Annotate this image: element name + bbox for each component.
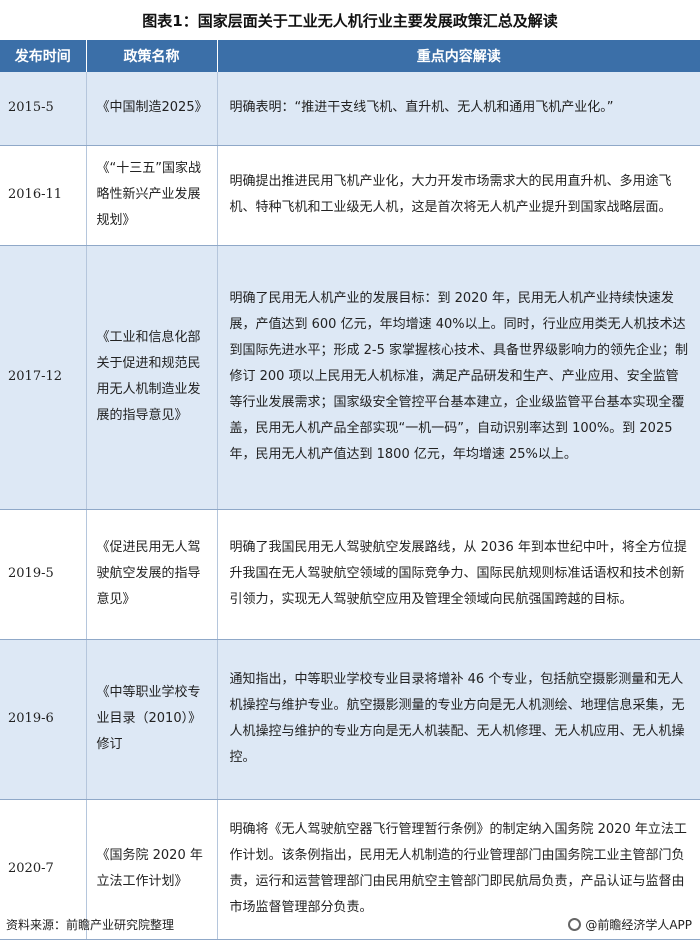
row-date: 2017-12 (0, 245, 87, 510)
row-policy-name: 《工业和信息化部关于促进和规范民用无人机制造业发展的指导意见》 (86, 245, 218, 510)
brand-label: @前瞻经济学人APP (585, 918, 692, 932)
table-row: 2019-5 《促进民用无人驾驶航空发展的指导意见》 明确了我国民用无人驾驶航空… (0, 509, 700, 640)
header-content: 重点内容解读 (217, 40, 700, 72)
row-policy-name: 《中国制造2025》 (86, 72, 218, 146)
row-date: 2019-6 (0, 639, 87, 800)
table-row: 2019-6 《中等职业学校专业目录（2010）》修订 通知指出，中等职业学校专… (0, 639, 700, 800)
brand-credit: @前瞻经济学人APP (568, 916, 692, 933)
row-content: 明确了民用无人机产业的发展目标：到 2020 年，民用无人机产业持续快速发展，产… (217, 245, 700, 510)
row-policy-name: 《促进民用无人驾驶航空发展的指导意见》 (86, 509, 218, 640)
brand-logo-icon (568, 918, 582, 931)
table-row: 2016-11 《“十三五”国家战略性新兴产业发展规划》 明确提出推进民用飞机产… (0, 145, 700, 246)
policy-table: 发布时间 政策名称 重点内容解读 2015-5 《中国制造2025》 明确表明：… (0, 40, 700, 940)
table-row: 2015-5 《中国制造2025》 明确表明：“推进干支线飞机、直升机、无人机和… (0, 72, 700, 146)
header-date: 发布时间 (0, 40, 87, 72)
row-date: 2016-11 (0, 145, 87, 246)
row-content: 明确了我国民用无人驾驶航空发展路线，从 2036 年到本世纪中叶，将全方位提升我… (217, 509, 700, 640)
row-date: 2015-5 (0, 72, 87, 146)
row-content: 通知指出，中等职业学校专业目录将增补 46 个专业，包括航空摄影测量和无人机操控… (217, 639, 700, 800)
row-policy-name: 《“十三五”国家战略性新兴产业发展规划》 (86, 145, 218, 246)
page-title: 图表1：国家层面关于工业无人机行业主要发展政策汇总及解读 (142, 11, 558, 30)
row-date: 2019-5 (0, 509, 87, 640)
table-row: 2017-12 《工业和信息化部关于促进和规范民用无人机制造业发展的指导意见》 … (0, 245, 700, 510)
header-policy-name: 政策名称 (86, 40, 218, 72)
row-content: 明确表明：“推进干支线飞机、直升机、无人机和通用飞机产业化。” (217, 72, 700, 146)
row-policy-name: 《中等职业学校专业目录（2010）》修订 (86, 639, 218, 800)
row-content: 明确提出推进民用飞机产业化，大力开发市场需求大的民用直升机、多用途飞机、特种飞机… (217, 145, 700, 246)
source-note: 资料来源：前瞻产业研究院整理 (6, 918, 175, 932)
footer: 资料来源：前瞻产业研究院整理 @前瞻经济学人APP (0, 910, 700, 944)
table-header-row: 发布时间 政策名称 重点内容解读 (0, 40, 700, 72)
